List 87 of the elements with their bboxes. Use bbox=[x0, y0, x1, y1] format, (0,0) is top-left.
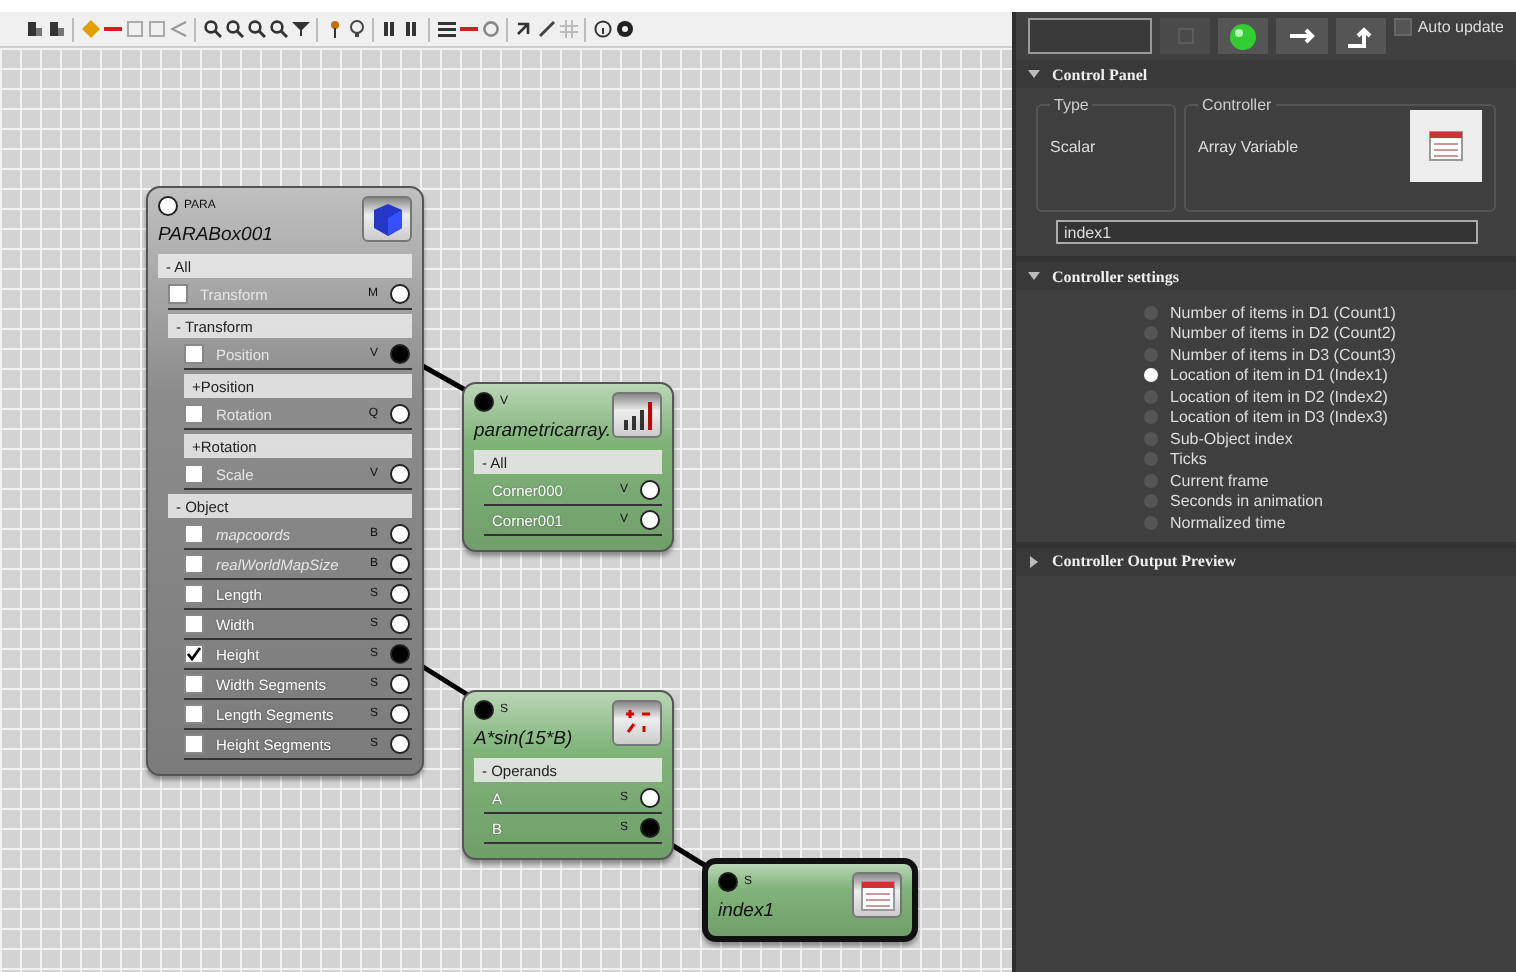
caret-icon bbox=[1028, 555, 1040, 567]
status-light-button[interactable] bbox=[1218, 18, 1269, 54]
corner-arrow-icon bbox=[1348, 25, 1373, 47]
layout-icon[interactable] bbox=[25, 20, 43, 38]
checkbox[interactable] bbox=[184, 344, 204, 364]
radio-option[interactable]: Location of item in D3 (Index3) bbox=[1144, 407, 1516, 428]
radio-option[interactable]: Ticks bbox=[1144, 449, 1516, 470]
checkbox[interactable] bbox=[184, 524, 204, 544]
auto-update-checkbox[interactable]: Auto update bbox=[1393, 18, 1504, 36]
info-icon[interactable] bbox=[593, 20, 611, 38]
section-header[interactable]: Control Panel bbox=[1016, 60, 1516, 88]
radio-option[interactable]: Current frame bbox=[1144, 470, 1516, 491]
section-header[interactable]: Controller settings bbox=[1016, 262, 1516, 290]
type-value: Scalar bbox=[1050, 138, 1098, 160]
radio-option[interactable]: Number of items in D1 (Count1) bbox=[1144, 302, 1516, 323]
socket[interactable] bbox=[390, 344, 410, 364]
zoom-icon[interactable] bbox=[225, 20, 243, 38]
input-socket[interactable] bbox=[158, 196, 178, 216]
checkbox[interactable] bbox=[184, 584, 204, 604]
socket[interactable] bbox=[640, 788, 660, 808]
checkbox[interactable] bbox=[184, 554, 204, 574]
controller-name-field[interactable]: index1 bbox=[1056, 220, 1478, 244]
socket[interactable] bbox=[390, 554, 410, 574]
socket[interactable] bbox=[390, 734, 410, 754]
arrow-icon[interactable] bbox=[515, 20, 533, 38]
status-light-icon bbox=[1230, 23, 1257, 49]
checkbox[interactable] bbox=[184, 674, 204, 694]
bulb-icon[interactable] bbox=[347, 20, 365, 38]
input-socket[interactable] bbox=[718, 872, 738, 892]
checkbox[interactable] bbox=[184, 734, 204, 754]
checkbox[interactable] bbox=[168, 284, 188, 304]
socket[interactable] bbox=[390, 614, 410, 634]
corner-arrow-button[interactable] bbox=[1335, 18, 1386, 54]
socket[interactable] bbox=[390, 404, 410, 424]
calendar-icon bbox=[1428, 130, 1464, 162]
caret-icon bbox=[1028, 270, 1040, 282]
radio-option[interactable]: Number of items in D2 (Count2) bbox=[1144, 323, 1516, 344]
input-socket[interactable] bbox=[474, 700, 494, 720]
zoom-icon[interactable] bbox=[203, 20, 221, 38]
node-title: parametricarray. bbox=[474, 420, 608, 442]
socket[interactable] bbox=[390, 524, 410, 544]
group-label: Type bbox=[1052, 96, 1091, 114]
socket[interactable] bbox=[640, 480, 660, 500]
checkbox[interactable] bbox=[184, 404, 204, 424]
cube-icon bbox=[362, 196, 412, 242]
socket[interactable] bbox=[390, 284, 410, 304]
socket[interactable] bbox=[390, 584, 410, 604]
funnel-icon[interactable] bbox=[291, 20, 309, 38]
socket[interactable] bbox=[640, 510, 660, 530]
node-card[interactable] bbox=[146, 186, 424, 776]
radio-option[interactable]: Location of item in D2 (Index2) bbox=[1144, 386, 1516, 407]
socket[interactable] bbox=[390, 464, 410, 484]
controller-button[interactable] bbox=[1410, 110, 1482, 182]
controller-value: Array Variable bbox=[1198, 138, 1301, 160]
lines-icon[interactable] bbox=[437, 20, 455, 38]
radio-option[interactable]: Number of items in D3 (Count3) bbox=[1144, 344, 1516, 365]
name-field[interactable] bbox=[1028, 18, 1152, 54]
circle-icon[interactable] bbox=[481, 20, 499, 38]
node-title: A*sin(15*B) bbox=[474, 728, 573, 750]
zoom-icon[interactable] bbox=[269, 20, 287, 38]
caret-icon bbox=[1028, 68, 1040, 80]
radio-option[interactable]: Seconds in animation bbox=[1144, 491, 1516, 512]
socket[interactable] bbox=[390, 674, 410, 694]
node-title: PARABox001 bbox=[158, 224, 273, 246]
radio-option[interactable]: Sub-Object index bbox=[1144, 428, 1516, 449]
socket[interactable] bbox=[390, 704, 410, 724]
checkbox[interactable] bbox=[184, 464, 204, 484]
group-label: Controller bbox=[1200, 96, 1274, 114]
math-icon bbox=[612, 700, 662, 746]
checkbox[interactable] bbox=[184, 704, 204, 724]
socket[interactable] bbox=[640, 818, 660, 838]
calendar-icon bbox=[852, 872, 902, 918]
pin-icon[interactable] bbox=[325, 20, 343, 38]
layout-icon[interactable] bbox=[47, 20, 65, 38]
node-canvas[interactable] bbox=[0, 48, 1012, 972]
checkbox[interactable] bbox=[184, 644, 204, 664]
zoom-icon[interactable] bbox=[247, 20, 265, 38]
checkbox[interactable] bbox=[184, 614, 204, 634]
node-title: index1 bbox=[718, 900, 774, 922]
arrow-button[interactable] bbox=[1276, 18, 1328, 54]
section-header[interactable]: Controller Output Preview bbox=[1016, 547, 1516, 575]
bars-icon bbox=[612, 392, 662, 438]
radio-option[interactable]: Normalized time bbox=[1144, 512, 1516, 533]
input-socket[interactable] bbox=[474, 392, 494, 412]
radio-option[interactable]: Location of item in D1 (Index1) bbox=[1144, 365, 1516, 386]
pen-icon[interactable] bbox=[537, 20, 555, 38]
arrow-icon bbox=[1289, 28, 1315, 44]
